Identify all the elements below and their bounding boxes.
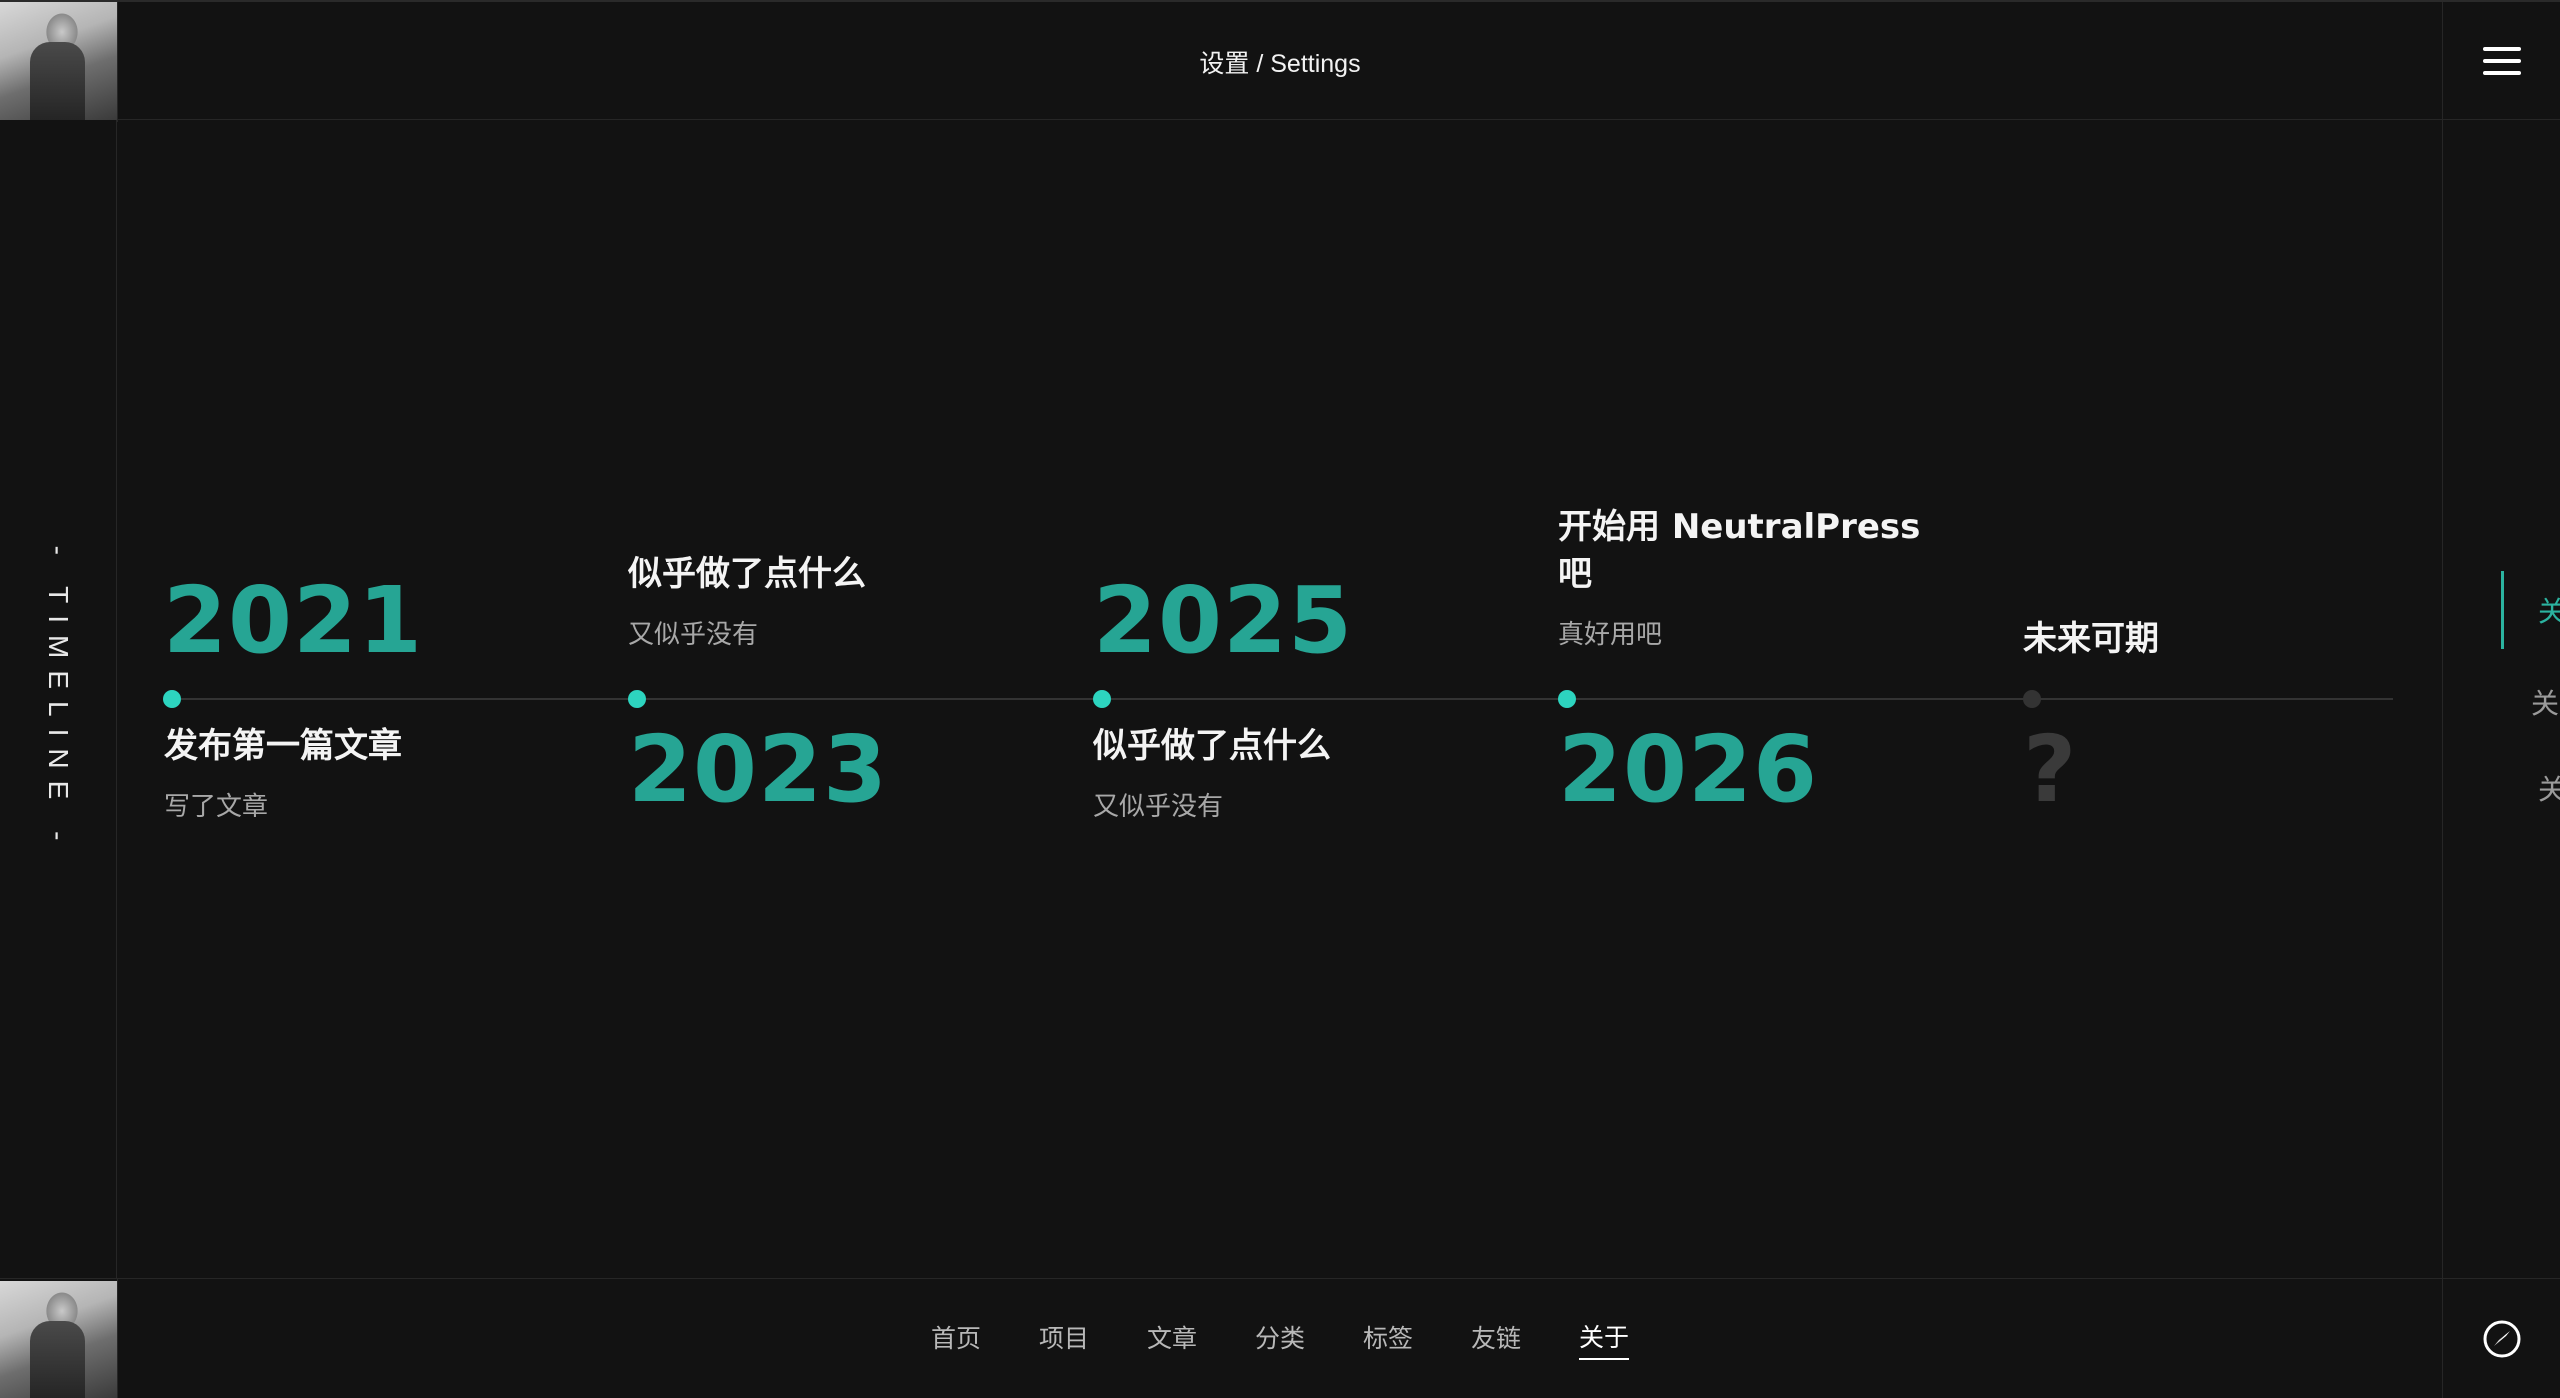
bottom-nav: 首页 项目 文章 分类 标签 友链 关于 [0, 1279, 2560, 1398]
nav-link-friends[interactable]: 友链 [1471, 1319, 1521, 1359]
side-nav-item[interactable]: 关 [2538, 590, 2560, 630]
timeline-year-2021: 2021 [163, 567, 424, 674]
timeline-vertical-label: - TIMELINE - [43, 545, 74, 853]
header: 设置 / Settings [0, 0, 2560, 122]
timeline-year-future: ? [2023, 716, 2078, 823]
timeline-dot[interactable] [163, 690, 181, 708]
side-nav-item[interactable]: 关 [2531, 682, 2559, 722]
timeline-event-desc: 真好用吧 [1558, 620, 1663, 650]
timeline-event-title: 开始用 NeutralPress [1558, 507, 1921, 547]
timeline-dot-future[interactable] [2023, 690, 2041, 708]
timeline-event-desc: 写了文章 [164, 792, 269, 822]
compass-icon [2483, 1320, 2520, 1358]
menu-button[interactable] [2443, 2, 2560, 120]
nav-link-home[interactable]: 首页 [931, 1319, 981, 1359]
timeline-year-2025: 2025 [1093, 567, 1354, 674]
timeline-event-title: 未来可期 [2023, 619, 2159, 659]
side-nav-item[interactable]: 关 [2538, 768, 2560, 808]
timeline-dot[interactable] [1093, 690, 1111, 708]
timeline-event-desc: 又似乎没有 [1093, 792, 1224, 822]
nav-link-projects[interactable]: 项目 [1039, 1319, 1089, 1359]
timeline-event-title: 似乎做了点什么 [1093, 726, 1331, 766]
timeline-dot[interactable] [1558, 690, 1576, 708]
compass-button[interactable] [2443, 1279, 2560, 1398]
timeline-dot[interactable] [628, 690, 646, 708]
footer: 首页 项目 文章 分类 标签 友链 关于 [0, 1278, 2560, 1398]
timeline-event-title-continued: 吧 [1558, 554, 1592, 594]
nav-link-about[interactable]: 关于 [1579, 1318, 1630, 1360]
page-root: 设置 / Settings - TIMELINE - 2021 发布第一篇文章 … [0, 0, 2560, 1398]
timeline-event-desc: 又似乎没有 [628, 620, 759, 650]
timeline-event-title: 发布第一篇文章 [164, 726, 402, 766]
breadcrumb[interactable]: 设置 / Settings [0, 2, 2560, 122]
timeline-axis [165, 698, 2393, 700]
nav-link-tags[interactable]: 标签 [1363, 1319, 1413, 1359]
nav-link-posts[interactable]: 文章 [1147, 1319, 1197, 1359]
left-sidebar: - TIMELINE - [0, 120, 117, 1278]
hamburger-menu-icon [2482, 46, 2521, 76]
right-sidebar: 关 关 关 [2442, 120, 2560, 1278]
nav-link-categories[interactable]: 分类 [1255, 1319, 1305, 1359]
side-nav-indicator [2501, 571, 2504, 649]
timeline-event-title: 似乎做了点什么 [628, 554, 866, 594]
timeline-year-2026: 2026 [1558, 716, 1819, 823]
timeline-year-2023: 2023 [628, 716, 889, 823]
